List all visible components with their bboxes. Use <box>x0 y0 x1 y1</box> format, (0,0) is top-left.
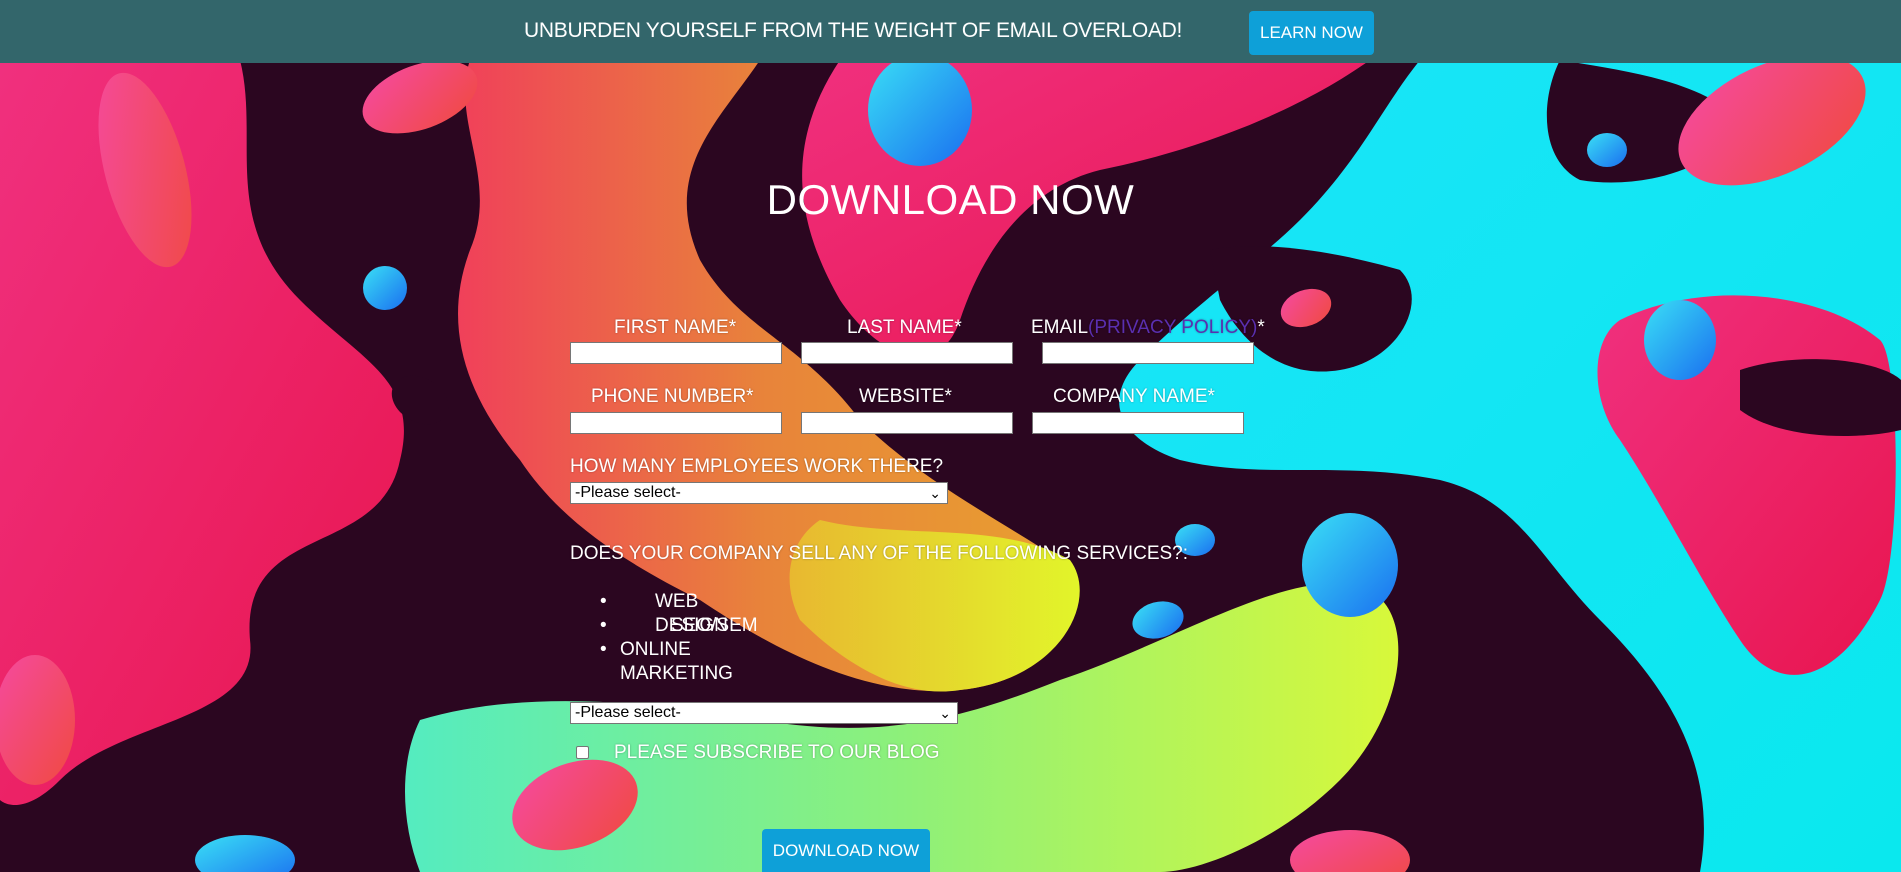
services-select-value: -Please select- <box>575 704 681 721</box>
subscribe-label: PLEASE SUBSCRIBE TO OUR BLOG <box>614 742 940 763</box>
banner-text: UNBURDEN YOURSELF FROM THE WEIGHT OF EMA… <box>524 19 1183 42</box>
website-label: WEBSITE* <box>859 386 952 407</box>
email-label: EMAIL(PRIVACY POLICY)* <box>1031 317 1265 339</box>
services-select[interactable]: -Please select- ⌄ <box>570 702 958 724</box>
chevron-down-icon: ⌄ <box>929 485 941 501</box>
form-title: DOWNLOAD NOW <box>766 176 1135 223</box>
last-name-input[interactable] <box>801 342 1013 364</box>
bullet-icon: • <box>600 639 607 660</box>
company-input[interactable] <box>1032 412 1244 434</box>
subscribe-checkbox[interactable] <box>576 746 589 759</box>
bullet-icon: • <box>600 591 607 612</box>
employees-select[interactable]: -Please select- ⌄ <box>570 482 948 504</box>
employees-select-value: -Please select- <box>575 484 681 501</box>
privacy-policy-link[interactable]: (PRIVACY POLICY) <box>1088 317 1257 338</box>
service-label: SEO/SEM <box>671 615 758 636</box>
phone-input[interactable] <box>570 412 782 434</box>
services-question: DOES YOUR COMPANY SELL ANY OF THE FOLLOW… <box>570 543 1189 564</box>
email-input[interactable] <box>1042 342 1254 364</box>
abstract-background <box>0 0 1901 872</box>
learn-now-button[interactable]: LEARN NOW <box>1249 11 1374 55</box>
service-label: ONLINE MARKETING <box>620 639 733 684</box>
first-name-input[interactable] <box>570 342 782 364</box>
download-now-button[interactable]: DOWNLOAD NOW <box>762 829 930 872</box>
email-label-text: EMAIL <box>1031 317 1089 338</box>
bullet-icon: • <box>600 615 607 636</box>
employees-question: HOW MANY EMPLOYEES WORK THERE? <box>570 456 944 477</box>
phone-label: PHONE NUMBER* <box>591 386 754 407</box>
chevron-down-icon: ⌄ <box>939 705 951 721</box>
first-name-label: FIRST NAME* <box>614 317 737 338</box>
last-name-label: LAST NAME* <box>847 317 962 338</box>
top-banner: UNBURDEN YOURSELF FROM THE WEIGHT OF EMA… <box>0 0 1901 63</box>
email-required-mark: * <box>1257 317 1265 338</box>
company-label: COMPANY NAME* <box>1053 386 1215 407</box>
website-input[interactable] <box>801 412 1013 434</box>
